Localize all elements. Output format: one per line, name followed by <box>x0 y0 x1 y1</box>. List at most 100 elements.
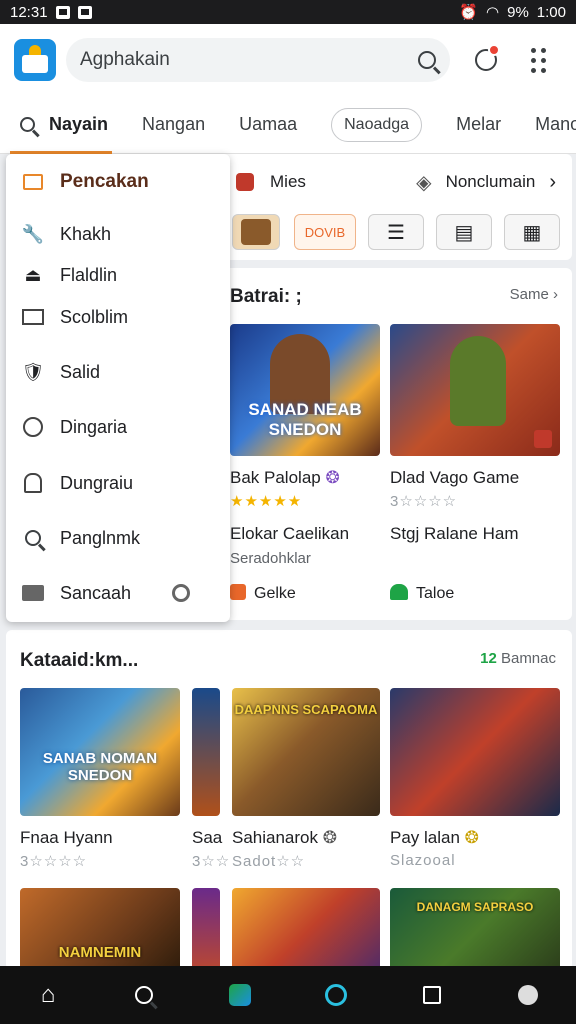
dropdown-menu: Pencakan 🔧 Khakh ⏏ Flaldlin Scolblim 🛡 Sali… <box>6 154 230 622</box>
game-thumbnail-4[interactable] <box>192 688 220 816</box>
notification-badge <box>488 44 500 56</box>
menu-item-dingaria[interactable]: Dingaria <box>6 407 230 447</box>
section-title: Kataaid:km... <box>20 650 139 671</box>
tab-label: Nayain <box>49 114 109 134</box>
square-icon <box>423 986 441 1004</box>
game-title[interactable]: Bak Palolap ❂ <box>230 468 340 488</box>
menu-item-khakh[interactable]: 🔧 Khakh <box>6 214 230 254</box>
search-input[interactable]: Agphakain <box>66 38 450 82</box>
section-title: Batrai: ; <box>230 286 302 307</box>
game-thumbnail-9[interactable] <box>232 888 380 970</box>
notification-icon <box>55 5 70 19</box>
game-avatar-icon <box>241 219 271 245</box>
menu-item-sancaah[interactable]: Sancaah <box>6 573 230 613</box>
wrench-icon: 🔧 <box>21 223 45 244</box>
dovib-chip[interactable]: DOVIB <box>294 214 356 250</box>
rating-stars: 3☆☆☆☆ <box>20 853 88 870</box>
recents-button[interactable] <box>412 975 452 1015</box>
search-icon[interactable] <box>418 51 436 69</box>
game-thumbnail-3[interactable]: SANAB NOMAN SNEDON <box>20 688 180 816</box>
art-title: NAMNEMIN <box>58 944 142 961</box>
tab-melar[interactable]: Melar <box>456 96 501 154</box>
clock-icon <box>22 416 44 438</box>
rating-stars: 3☆☆ <box>192 853 231 870</box>
game-title[interactable]: Pay lalan ❂ <box>390 828 479 848</box>
profile-button[interactable] <box>508 975 548 1015</box>
app-tile-icon <box>229 984 251 1006</box>
game-thumbnail-6[interactable] <box>390 688 560 816</box>
grid-chip[interactable]: ▦ <box>504 214 560 250</box>
tab-naoadga[interactable]: Naoadga <box>331 107 423 142</box>
game-subtitle: Stgj Ralane Ham <box>390 524 519 543</box>
game-developer: Seradohklar <box>230 550 311 567</box>
art-title: SANAB NOMAN SNEDON <box>42 750 158 784</box>
rating-stars: ★★★★★ <box>230 493 303 510</box>
more-count: 12 <box>480 650 497 667</box>
archive-icon <box>22 472 44 494</box>
see-more-link[interactable]: Same › <box>510 286 558 303</box>
more-options-button[interactable] <box>520 42 556 78</box>
game-chip-avatar[interactable] <box>232 214 280 250</box>
game-title[interactable]: Sahianarok ❂ <box>232 828 337 848</box>
game-thumbnail-5[interactable]: DAAPNNS SCAPAOMA <box>232 688 380 816</box>
upload-icon: ⏏ <box>24 264 42 285</box>
list-chip[interactable]: ☰ <box>368 214 424 250</box>
app-logo[interactable] <box>14 39 56 81</box>
avatar-icon <box>518 985 538 1005</box>
document-icon: ▤ <box>454 221 474 244</box>
rating-stars: Sadot☆☆ <box>232 853 306 870</box>
see-more-link[interactable]: 12 Bamnac <box>480 650 556 667</box>
status-time: 12:31 <box>10 3 48 21</box>
app-badge-icon <box>236 173 254 191</box>
search-icon <box>22 527 44 549</box>
home-button[interactable]: ⌂ <box>28 975 68 1015</box>
search-text: Agphakain <box>80 49 170 70</box>
diamond-icon: ◈ <box>416 171 432 194</box>
chevron-right-icon[interactable]: › <box>549 171 556 194</box>
status-clock: 1:00 <box>536 3 566 21</box>
tab-nangan[interactable]: Nangan <box>142 96 205 154</box>
game-thumbnail-2[interactable] <box>390 324 560 456</box>
grid-dots-icon <box>530 47 546 73</box>
award-icon: ❂ <box>322 828 337 847</box>
notifications-button[interactable] <box>468 42 504 78</box>
list-icon: ☰ <box>387 221 405 244</box>
art-title: DANAGM SAPRASO <box>416 900 534 914</box>
game-thumbnail-10[interactable]: DANAGM SAPRASO <box>390 888 560 970</box>
game-thumbnail-8[interactable] <box>192 888 220 970</box>
games-button[interactable] <box>316 975 356 1015</box>
rating-stars: 3☆☆☆☆ <box>390 493 458 510</box>
search-header: Agphakain <box>0 24 576 96</box>
game-title[interactable]: Saa <box>192 828 222 848</box>
game-thumbnail-7[interactable]: NAMNEMIN <box>20 888 180 970</box>
shield-icon: 🛡 <box>21 361 45 382</box>
store-icon <box>390 584 408 600</box>
game-title[interactable]: Fnaa Hyann <box>20 828 113 848</box>
art-title: SANAD NEAB SNEDON <box>248 400 362 439</box>
footer-item-1[interactable]: Gelke <box>230 584 296 603</box>
menu-item-salid[interactable]: 🛡 Salid <box>6 352 230 392</box>
category-tabs: Nayain Nangan Uamaa Naoadga Melar Manon <box>0 96 576 154</box>
quick-right-label[interactable]: Nonclumain <box>446 172 536 192</box>
gear-icon[interactable] <box>172 584 190 602</box>
game-thumbnail-1[interactable]: SANAD NEAB SNEDON <box>230 324 380 456</box>
menu-item-scolblim[interactable]: Scolblim <box>6 297 230 337</box>
search-nav-button[interactable] <box>124 975 164 1015</box>
menu-item-panglnmk[interactable]: Panglnmk <box>6 518 230 558</box>
tab-uamaa[interactable]: Uamaa <box>239 96 297 154</box>
quick-left-label[interactable]: Mies <box>270 172 306 192</box>
game-title[interactable]: Dlad Vago Game <box>390 468 519 488</box>
wifi-icon: ◠ <box>486 4 500 21</box>
shop-icon <box>230 584 246 600</box>
menu-item-flaldlin[interactable]: ⏏ Flaldlin <box>6 255 230 295</box>
tab-manon[interactable]: Manon <box>535 96 576 154</box>
menu-item-dungraiu[interactable]: Dungraiu <box>6 463 230 503</box>
footer-item-2[interactable]: Taloe <box>390 584 454 603</box>
art-title: DAAPNNS SCAPAOMA <box>234 702 378 717</box>
message-icon <box>77 5 92 19</box>
document-chip[interactable]: ▤ <box>436 214 492 250</box>
apps-button[interactable] <box>220 975 260 1015</box>
tab-nayain[interactable]: Nayain <box>9 96 113 154</box>
menu-header[interactable]: Pencakan <box>6 154 230 210</box>
controller-icon <box>325 984 347 1006</box>
